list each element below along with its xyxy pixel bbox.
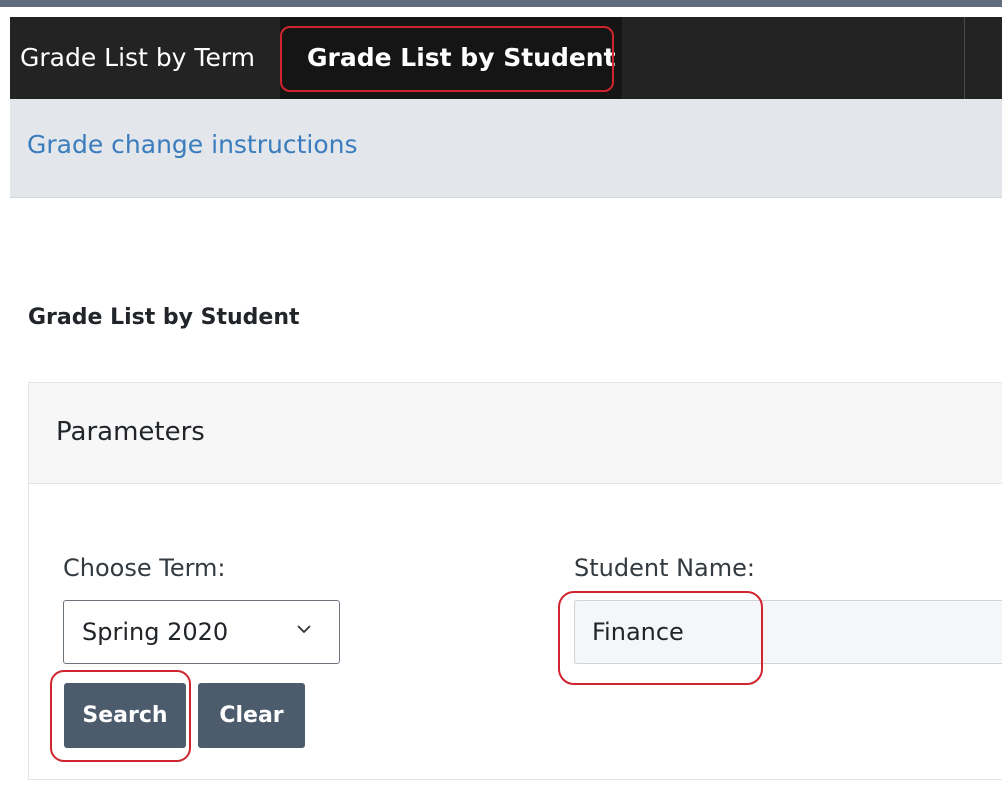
top-strip: [0, 0, 1002, 7]
search-button[interactable]: Search: [64, 683, 186, 748]
grade-change-instructions-link[interactable]: Grade change instructions: [27, 130, 358, 159]
parameters-title: Parameters: [56, 417, 205, 447]
student-name-input[interactable]: Finance: [574, 600, 1002, 664]
clear-button[interactable]: Clear: [198, 683, 305, 748]
chevron-down-icon: [297, 625, 311, 634]
term-select[interactable]: Spring 2020: [63, 600, 340, 664]
tab-grade-list-by-student[interactable]: Grade List by Student: [280, 17, 622, 99]
student-name-label: Student Name:: [574, 554, 755, 582]
page: Grade List by Term Grade List by Student…: [0, 0, 1002, 786]
term-selected-value: Spring 2020: [82, 618, 229, 646]
page-title: Grade List by Student: [28, 305, 300, 330]
top-navbar: Grade List by Term Grade List by Student: [10, 17, 1002, 99]
tab-grade-list-by-term[interactable]: Grade List by Term: [20, 17, 255, 99]
choose-term-label: Choose Term:: [63, 554, 226, 582]
navbar-divider: [964, 17, 965, 99]
sub-navbar: Grade change instructions: [10, 99, 1002, 198]
parameters-card-header: Parameters: [29, 383, 1002, 484]
student-name-value: Finance: [592, 618, 684, 646]
